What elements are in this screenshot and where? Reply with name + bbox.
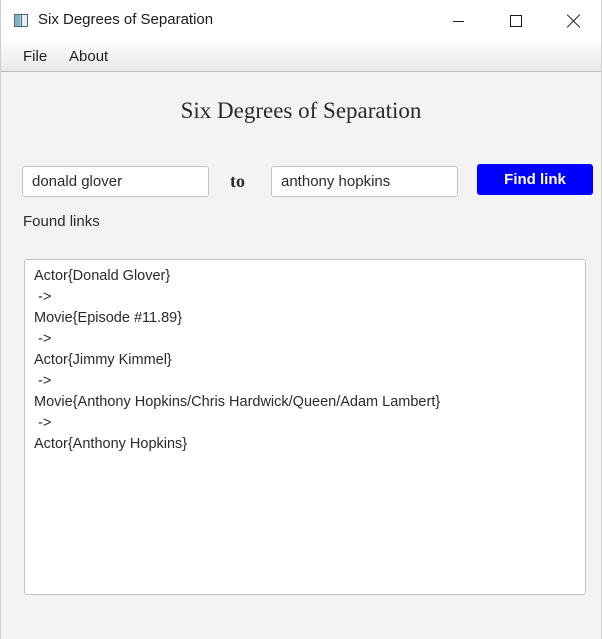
- result-line: ->: [34, 415, 52, 431]
- results-text-area[interactable]: Actor{Donald Glover} -> Movie{Episode #1…: [24, 259, 586, 595]
- find-link-button[interactable]: Find link: [477, 164, 593, 195]
- to-actor-input[interactable]: [271, 166, 458, 197]
- result-line: ->: [34, 331, 52, 347]
- close-icon: [567, 14, 581, 28]
- window-title: Six Degrees of Separation: [38, 11, 214, 28]
- close-button[interactable]: [545, 0, 602, 42]
- maximize-button[interactable]: [487, 0, 545, 42]
- result-line: Actor{Donald Glover}: [34, 268, 171, 284]
- result-line: ->: [34, 289, 52, 305]
- page-title: Six Degrees of Separation: [180, 98, 422, 123]
- result-line: Actor{Anthony Hopkins}: [34, 436, 188, 452]
- maximize-icon: [510, 15, 522, 27]
- found-links-label: Found links: [23, 213, 100, 230]
- result-line: Movie{Anthony Hopkins/Chris Hardwick/Que…: [34, 394, 441, 410]
- minimize-icon: [452, 20, 464, 22]
- from-actor-input[interactable]: [22, 166, 209, 197]
- app-window-icon: [14, 14, 28, 27]
- menu-file[interactable]: File: [23, 48, 47, 65]
- menu-bar: File About: [1, 42, 601, 72]
- app-window: Six Degrees of Separation File About Six…: [0, 0, 602, 639]
- title-bar[interactable]: Six Degrees of Separation: [1, 0, 601, 42]
- result-line: ->: [34, 373, 52, 389]
- menu-about[interactable]: About: [69, 48, 108, 65]
- result-line: Movie{Episode #11.89}: [34, 310, 183, 326]
- result-line: Actor{Jimmy Kimmel}: [34, 352, 172, 368]
- to-label: to: [230, 171, 245, 191]
- minimize-button[interactable]: [429, 0, 487, 42]
